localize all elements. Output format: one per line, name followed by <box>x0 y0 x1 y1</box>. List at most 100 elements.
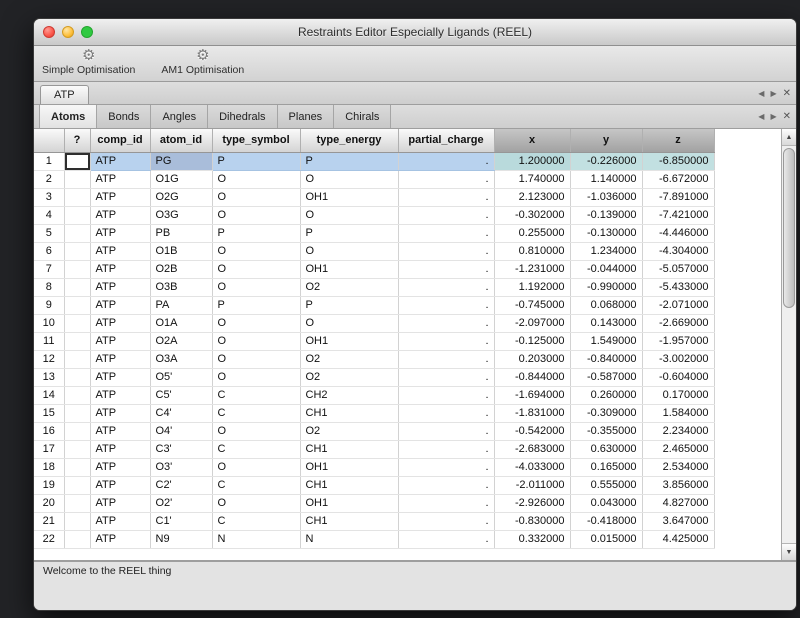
cell-type-symbol[interactable]: O <box>212 278 300 296</box>
column-header-atom-id[interactable]: atom_id <box>150 129 212 152</box>
cell-atom-id[interactable]: C4' <box>150 404 212 422</box>
row-number-cell[interactable]: 12 <box>34 350 64 368</box>
column-header-type-energy[interactable]: type_energy <box>300 129 398 152</box>
cell-y[interactable]: -0.840000 <box>570 350 642 368</box>
cell-z[interactable]: -4.304000 <box>642 242 714 260</box>
cell-z[interactable]: -7.891000 <box>642 188 714 206</box>
cell-y[interactable]: 0.068000 <box>570 296 642 314</box>
cell-comp-id[interactable]: ATP <box>90 476 150 494</box>
row-number-cell[interactable]: 18 <box>34 458 64 476</box>
cell-flag[interactable] <box>64 242 90 260</box>
cell-type-energy[interactable]: O <box>300 242 398 260</box>
cell-type-symbol[interactable]: C <box>212 440 300 458</box>
cell-x[interactable]: 0.255000 <box>494 224 570 242</box>
simple-optimisation-button[interactable]: ⚙ Simple Optimisation <box>42 48 135 76</box>
cell-z[interactable]: -6.672000 <box>642 170 714 188</box>
cell-atom-id[interactable]: O1B <box>150 242 212 260</box>
cell-flag[interactable] <box>64 476 90 494</box>
cell-comp-id[interactable]: ATP <box>90 242 150 260</box>
cell-type-energy[interactable]: O2 <box>300 422 398 440</box>
cell-atom-id[interactable]: O1A <box>150 314 212 332</box>
cell-partial-charge[interactable]: . <box>398 188 494 206</box>
cell-y[interactable]: -0.355000 <box>570 422 642 440</box>
cell-flag[interactable] <box>64 206 90 224</box>
cell-partial-charge[interactable]: . <box>398 530 494 548</box>
cell-type-symbol[interactable]: C <box>212 386 300 404</box>
row-number-cell[interactable]: 11 <box>34 332 64 350</box>
cell-y[interactable]: -0.587000 <box>570 368 642 386</box>
column-header-x[interactable]: x <box>494 129 570 152</box>
cell-atom-id[interactable]: N9 <box>150 530 212 548</box>
cell-y[interactable]: -0.130000 <box>570 224 642 242</box>
row-number-cell[interactable]: 7 <box>34 260 64 278</box>
cell-flag[interactable] <box>64 350 90 368</box>
cell-y[interactable]: 0.630000 <box>570 440 642 458</box>
tab-close-icon[interactable]: ✕ <box>783 88 791 99</box>
cell-y[interactable]: 1.549000 <box>570 332 642 350</box>
cell-type-energy[interactable]: CH1 <box>300 512 398 530</box>
cell-flag[interactable] <box>64 296 90 314</box>
cell-y[interactable]: -0.139000 <box>570 206 642 224</box>
cell-z[interactable]: -5.433000 <box>642 278 714 296</box>
cell-x[interactable]: -0.844000 <box>494 368 570 386</box>
cell-atom-id[interactable]: O3G <box>150 206 212 224</box>
cell-partial-charge[interactable]: . <box>398 440 494 458</box>
cell-comp-id[interactable]: ATP <box>90 494 150 512</box>
cell-atom-id[interactable]: C3' <box>150 440 212 458</box>
cell-x[interactable]: 0.203000 <box>494 350 570 368</box>
scroll-up-icon[interactable]: ▲ <box>782 129 796 146</box>
cell-z[interactable]: -6.850000 <box>642 152 714 170</box>
tab-bonds[interactable]: Bonds <box>97 105 151 128</box>
cell-type-energy[interactable]: P <box>300 296 398 314</box>
cell-z[interactable]: -1.957000 <box>642 332 714 350</box>
cell-flag[interactable] <box>64 152 90 170</box>
cell-y[interactable]: 0.165000 <box>570 458 642 476</box>
cell-type-energy[interactable]: O2 <box>300 278 398 296</box>
cell-y[interactable]: -0.990000 <box>570 278 642 296</box>
cell-flag[interactable] <box>64 512 90 530</box>
scroll-down-icon[interactable]: ▼ <box>782 543 796 560</box>
cell-comp-id[interactable]: ATP <box>90 350 150 368</box>
cell-z[interactable]: -2.071000 <box>642 296 714 314</box>
cell-z[interactable]: -5.057000 <box>642 260 714 278</box>
cell-y[interactable]: -0.226000 <box>570 152 642 170</box>
cell-flag[interactable] <box>64 260 90 278</box>
cell-flag[interactable] <box>64 368 90 386</box>
cell-atom-id[interactable]: O2A <box>150 332 212 350</box>
cell-partial-charge[interactable]: . <box>398 476 494 494</box>
cell-atom-id[interactable]: PA <box>150 296 212 314</box>
row-number-cell[interactable]: 15 <box>34 404 64 422</box>
cell-type-symbol[interactable]: O <box>212 458 300 476</box>
cell-flag[interactable] <box>64 440 90 458</box>
cell-y[interactable]: 0.143000 <box>570 314 642 332</box>
cell-x[interactable]: -2.011000 <box>494 476 570 494</box>
cell-comp-id[interactable]: ATP <box>90 422 150 440</box>
cell-x[interactable]: -2.926000 <box>494 494 570 512</box>
tab-scroll-left-icon[interactable]: ◀ <box>758 112 764 121</box>
row-number-cell[interactable]: 19 <box>34 476 64 494</box>
cell-type-symbol[interactable]: O <box>212 422 300 440</box>
cell-x[interactable]: -0.830000 <box>494 512 570 530</box>
cell-comp-id[interactable]: ATP <box>90 530 150 548</box>
cell-y[interactable]: 0.555000 <box>570 476 642 494</box>
cell-partial-charge[interactable]: . <box>398 296 494 314</box>
cell-flag[interactable] <box>64 314 90 332</box>
cell-y[interactable]: 1.234000 <box>570 242 642 260</box>
cell-type-energy[interactable]: OH1 <box>300 260 398 278</box>
cell-comp-id[interactable]: ATP <box>90 314 150 332</box>
cell-type-symbol[interactable]: O <box>212 242 300 260</box>
row-number-cell[interactable]: 10 <box>34 314 64 332</box>
cell-type-symbol[interactable]: C <box>212 476 300 494</box>
cell-z[interactable]: 4.425000 <box>642 530 714 548</box>
cell-type-symbol[interactable]: O <box>212 260 300 278</box>
cell-atom-id[interactable]: O2G <box>150 188 212 206</box>
row-number-cell[interactable]: 2 <box>34 170 64 188</box>
cell-z[interactable]: -2.669000 <box>642 314 714 332</box>
close-window-button[interactable] <box>43 26 55 38</box>
cell-type-symbol[interactable]: C <box>212 512 300 530</box>
cell-x[interactable]: 0.332000 <box>494 530 570 548</box>
cell-atom-id[interactable]: C5' <box>150 386 212 404</box>
cell-comp-id[interactable]: ATP <box>90 386 150 404</box>
cell-z[interactable]: 2.465000 <box>642 440 714 458</box>
cell-y[interactable]: -0.418000 <box>570 512 642 530</box>
